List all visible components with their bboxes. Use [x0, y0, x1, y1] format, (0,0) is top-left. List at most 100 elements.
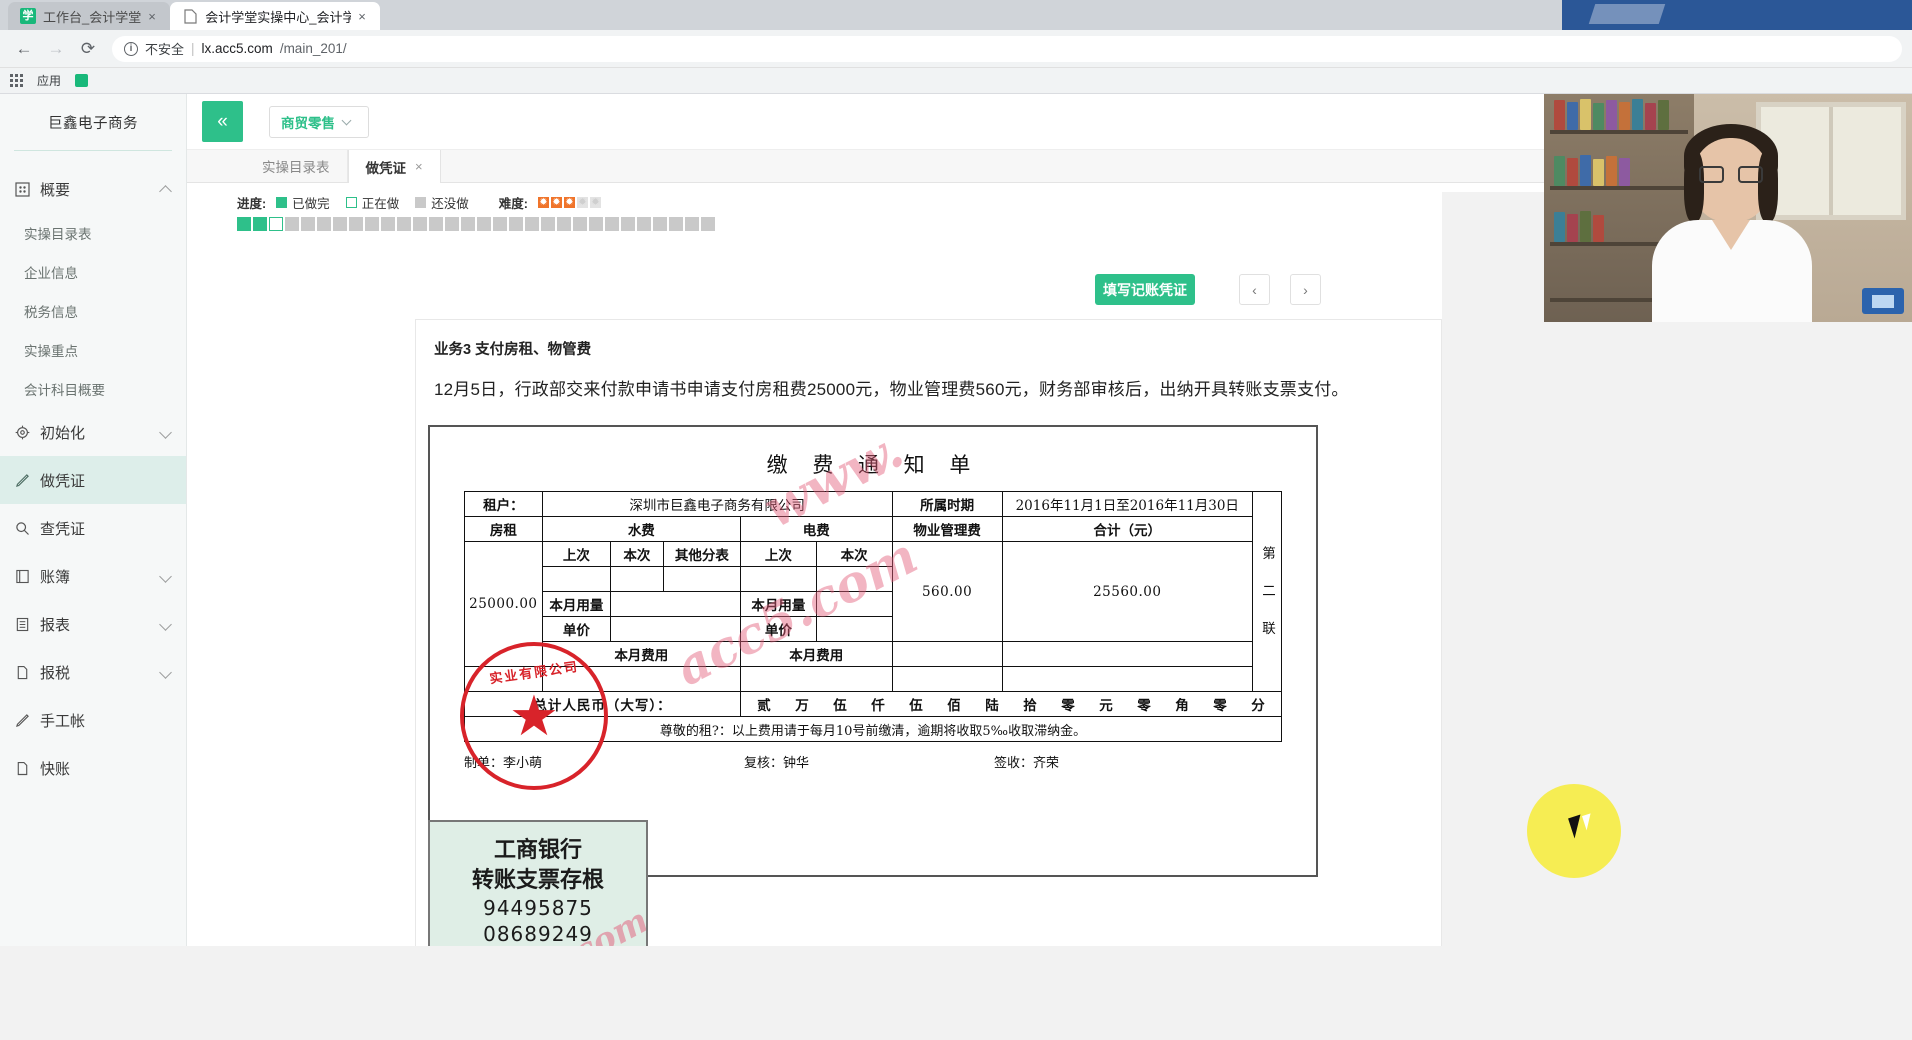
pen-icon	[14, 713, 31, 728]
power-price-cell	[816, 617, 892, 642]
sidebar-subitem-catalog[interactable]: 实操目录表	[0, 213, 186, 252]
progress-block[interactable]	[653, 217, 667, 231]
progress-label: 进度:	[237, 193, 266, 212]
tab-catalog-label: 实操目录表	[262, 156, 330, 176]
water-prev-header: 上次	[542, 542, 610, 567]
apps-grid-icon[interactable]	[10, 74, 23, 87]
sidebar-subitem-company[interactable]: 企业信息	[0, 252, 186, 291]
progress-block[interactable]	[445, 217, 459, 231]
bookmark-apps[interactable]: 应用	[37, 72, 61, 89]
capital-digit: 零	[1049, 694, 1087, 714]
progress-block[interactable]	[573, 217, 587, 231]
fill-voucher-button[interactable]: 填写记账凭证	[1095, 274, 1195, 305]
progress-block[interactable]	[285, 217, 299, 231]
next-button[interactable]: ›	[1290, 274, 1321, 305]
back-button[interactable]: ←	[10, 35, 38, 63]
water-fee-label: 本月费用	[542, 642, 740, 667]
collapse-sidebar-button[interactable]: «	[202, 101, 243, 142]
progress-block[interactable]	[429, 217, 443, 231]
progress-block[interactable]	[541, 217, 555, 231]
sidebar-item-tax-filing-label: 报税	[40, 662, 151, 683]
sidebar-item-ledger[interactable]: 账簿	[0, 552, 186, 600]
capital-digit: 拾	[1011, 694, 1049, 714]
col-water: 水费	[542, 517, 740, 542]
sidebar-subitem-subjects[interactable]: 会计科目概要	[0, 369, 186, 408]
star-icon: ✹	[577, 197, 588, 208]
progress-block[interactable]	[637, 217, 651, 231]
progress-block[interactable]	[685, 217, 699, 231]
table-row: 本月费用 本月费用	[465, 642, 1282, 667]
sidebar-item-reports[interactable]: 报表	[0, 600, 186, 648]
sidebar-item-quick-account[interactable]: 快账	[0, 744, 186, 792]
payment-notice-document: 缴 费 通 知 单 租户： 深圳市巨鑫电子商务有限公司 所属时期 2016年11…	[428, 425, 1318, 877]
progress-block[interactable]	[237, 217, 251, 231]
sidebar-item-make-voucher[interactable]: 做凭证	[0, 456, 186, 504]
progress-block[interactable]	[253, 217, 267, 231]
sidebar-item-make-voucher-label: 做凭证	[40, 470, 172, 491]
difficulty-stars: ✹✹✹✹✹	[538, 197, 601, 208]
capital-digit: 零	[1125, 694, 1163, 714]
progress-block[interactable]	[269, 217, 283, 231]
sidebar-item-ledger-label: 账簿	[40, 566, 151, 587]
water-fee-cell	[542, 667, 740, 692]
sidebar-subitem-tax[interactable]: 税务信息	[0, 291, 186, 330]
sidebar-item-init[interactable]: 初始化	[0, 408, 186, 456]
tab-make-voucher[interactable]: 做凭证 ×	[348, 150, 441, 183]
progress-block[interactable]	[349, 217, 363, 231]
progress-block[interactable]	[477, 217, 491, 231]
progress-block[interactable]	[461, 217, 475, 231]
progress-block[interactable]	[413, 217, 427, 231]
progress-block[interactable]	[381, 217, 395, 231]
tab-catalog[interactable]: 实操目录表	[245, 150, 348, 182]
capital-label: 总计人民币（大写）：	[465, 692, 741, 717]
tab-make-voucher-label: 做凭证	[366, 157, 407, 177]
notice-remark: 尊敬的租?：以上费用请于每月10号前缴清，逾期将收取5‰收取滞纳金。	[465, 717, 1282, 742]
browser-tab-1-close-icon[interactable]: ×	[148, 9, 160, 24]
progress-block[interactable]	[621, 217, 635, 231]
chevron-down-icon	[160, 666, 172, 678]
progress-block[interactable]	[557, 217, 571, 231]
browser-tab-2-close-icon[interactable]: ×	[358, 9, 370, 24]
water-prev-cell	[542, 567, 610, 592]
address-bar[interactable]: i 不安全 | lx.acc5.com/main_201/	[112, 36, 1902, 62]
forward-button[interactable]: →	[42, 35, 70, 63]
progress-block[interactable]	[589, 217, 603, 231]
sidebar-item-query-voucher[interactable]: 查凭证	[0, 504, 186, 552]
progress-block[interactable]	[525, 217, 539, 231]
reload-button[interactable]: ⟳	[74, 35, 102, 63]
progress-block[interactable]	[397, 217, 411, 231]
water-usage-cell	[611, 592, 741, 617]
sidebar-item-manual-book[interactable]: 手工帐	[0, 696, 186, 744]
sidebar-item-tax-filing[interactable]: 报税	[0, 648, 186, 696]
progress-block[interactable]	[669, 217, 683, 231]
sidebar-subitem-tax-label: 税务信息	[24, 301, 78, 321]
tab-close-icon[interactable]: ×	[415, 159, 423, 174]
industry-select[interactable]: 商贸零售	[269, 106, 369, 138]
sidebar-item-overview[interactable]: 概要	[0, 165, 186, 213]
sidebar-subitem-keypoints[interactable]: 实操重点	[0, 330, 186, 369]
progress-block[interactable]	[333, 217, 347, 231]
browser-tab-1[interactable]: 学 工作台_会计学堂 ×	[8, 2, 170, 30]
property-fee-cell	[892, 642, 1002, 667]
progress-block[interactable]	[317, 217, 331, 231]
webcam-overlay	[1544, 94, 1912, 322]
progress-block[interactable]	[493, 217, 507, 231]
bookmark-item[interactable]	[75, 74, 88, 87]
progress-block[interactable]	[605, 217, 619, 231]
browser-tab-2-title: 会计学堂实操中心_会计学	[205, 7, 351, 26]
chevron-down-icon	[160, 570, 172, 582]
capital-digit: 佰	[935, 694, 973, 714]
water-price-cell	[611, 617, 741, 642]
sidebar-item-manual-book-label: 手工帐	[40, 710, 172, 731]
progress-block[interactable]	[365, 217, 379, 231]
prev-button[interactable]: ‹	[1239, 274, 1270, 305]
sidebar-brand: 巨鑫电子商务	[0, 94, 186, 150]
browser-tab-2[interactable]: 会计学堂实操中心_会计学 ×	[170, 2, 380, 30]
table-row: 房租 水费 电费 物业管理费 合计（元）	[465, 517, 1282, 542]
water-other-header: 其他分表	[663, 542, 740, 567]
check-type: 转账支票存根	[430, 862, 646, 894]
progress-block[interactable]	[509, 217, 523, 231]
progress-block[interactable]	[301, 217, 315, 231]
progress-block[interactable]	[701, 217, 715, 231]
window	[1756, 102, 1906, 220]
